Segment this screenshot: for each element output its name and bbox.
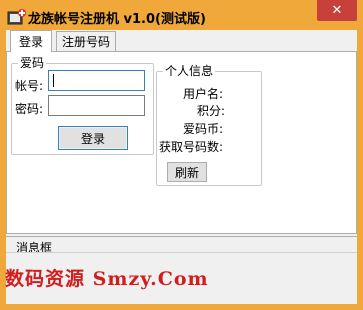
tab-panel-login: 爱码 帐号: 密码: 登录 个人信息 用户名: 积分: 爱码币: 获取号码数: …: [6, 51, 357, 234]
password-input[interactable]: [48, 95, 145, 116]
title-bar[interactable]: 龙族帐号注册机 v1.0(测试版) ✕: [0, 0, 363, 30]
close-button[interactable]: ✕: [317, 0, 357, 21]
window-title: 龙族帐号注册机 v1.0(测试版): [28, 12, 206, 27]
tab-login[interactable]: 登录: [10, 30, 52, 52]
login-group-legend: 爱码: [18, 56, 47, 70]
refresh-button[interactable]: 刷新: [167, 162, 207, 182]
app-icon: [7, 9, 26, 25]
login-button[interactable]: 登录: [58, 126, 128, 150]
aima-coin-label: 爱码币:: [183, 122, 224, 136]
personal-info-legend: 个人信息: [163, 64, 216, 78]
tab-register-number[interactable]: 注册号码: [56, 31, 116, 51]
numbers-obtained-label: 获取号码数:: [159, 140, 224, 154]
points-label: 积分:: [197, 104, 226, 118]
text-caret: [53, 74, 54, 87]
watermark: 数码资源 Smzy.Com: [5, 268, 209, 290]
username-label: 用户名:: [183, 87, 224, 101]
account-input[interactable]: [48, 70, 145, 91]
password-label: 密码:: [15, 102, 44, 116]
account-label: 帐号:: [15, 79, 44, 93]
